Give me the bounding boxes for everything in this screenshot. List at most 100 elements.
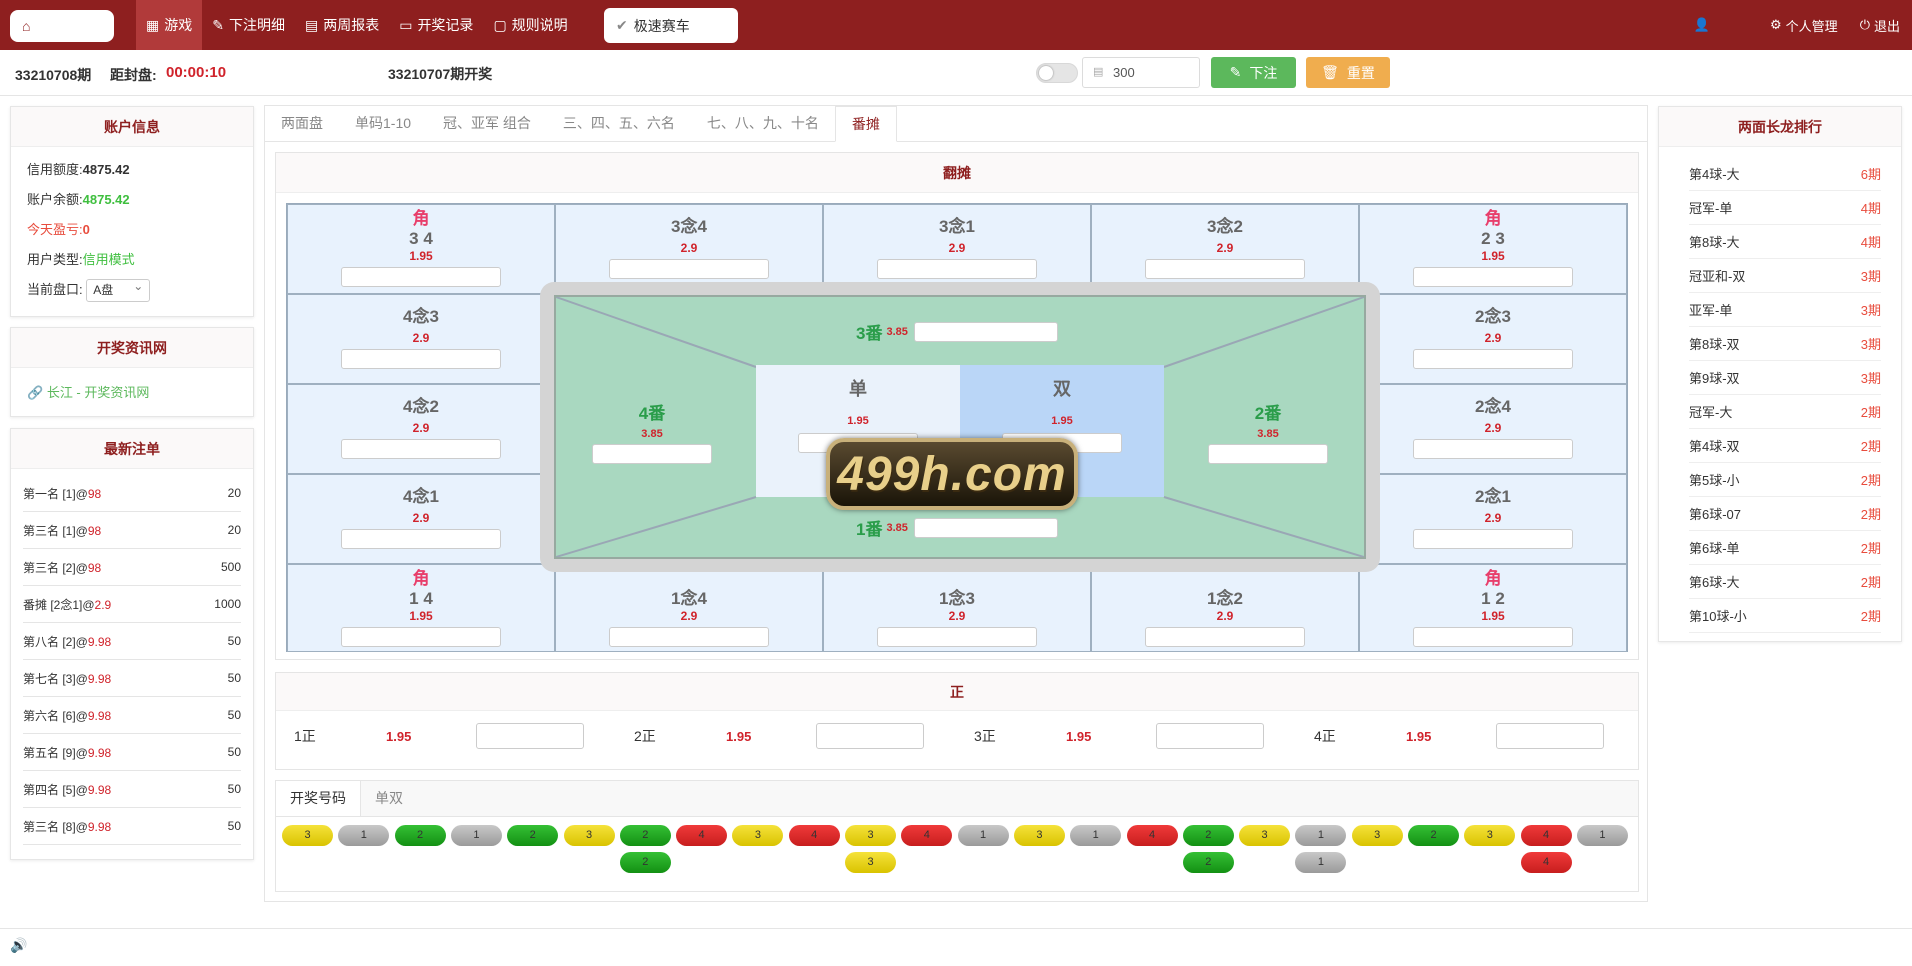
grid-icon: ▦ [146, 16, 160, 33]
top-nav: ⌂ ▦ 游戏 ✎ 下注明细 ▤ 两周报表 ▭ 开奖记录 ▢ 规则说明 ✔ 极速赛车 👤 ⚙ 个… [0, 0, 1912, 50]
bet-cell-14[interactable]: 角1 4 1.95 [287, 564, 555, 652]
bet-input[interactable] [1413, 267, 1573, 287]
nav-bet-detail[interactable]: ✎ 下注明细 [202, 0, 295, 50]
tab-7-10[interactable]: 七、八、九、十名 [691, 106, 835, 141]
bet-cell-3n4[interactable]: 3念4 2.9 [555, 204, 823, 294]
section-title: 正 [276, 673, 1638, 711]
panel-title: 两面长龙排行 [1659, 107, 1901, 147]
home-icon: ⌂ [22, 18, 31, 34]
bet-cell-2n4[interactable]: 2念4 2.9 [1359, 384, 1627, 474]
result-ball: 3 [845, 825, 896, 846]
list-item: 第七名 [3]@9.98 50 [23, 660, 241, 697]
results-section: 开奖号码 单双 31212324343413142313234123214 [275, 780, 1639, 892]
bet-input[interactable] [609, 627, 769, 647]
bet-input[interactable] [1145, 627, 1305, 647]
fan3-bet[interactable]: 3番 3.85 [856, 319, 1058, 344]
tab-odd-even[interactable]: 单双 [361, 781, 417, 816]
bet-input[interactable] [1156, 723, 1264, 749]
nav-results[interactable]: ▭ 开奖记录 [389, 0, 483, 50]
tab-single[interactable]: 单码1-10 [339, 106, 427, 141]
list-item: 第五名 [9]@9.98 50 [23, 734, 241, 771]
bet-input[interactable] [609, 259, 769, 279]
fan4-bet[interactable]: 4番 3.85 [592, 399, 712, 464]
bet-cell-4n1[interactable]: 4念1 2.9 [287, 474, 555, 564]
market-select[interactable]: A盘 [86, 276, 151, 303]
speed-race-button[interactable]: ✔ 极速赛车 [604, 8, 738, 43]
tab-fantan[interactable]: 番摊 [834, 106, 897, 142]
bet-cell-1n4[interactable]: 1念4 2.9 [555, 564, 823, 652]
bet-input[interactable] [1496, 723, 1604, 749]
result-ball: 3 [1013, 825, 1065, 846]
bet-input[interactable] [341, 627, 501, 647]
tab-3-6[interactable]: 三、四、五、六名 [547, 106, 691, 141]
tab-champion-combo[interactable]: 冠、亚军 组合 [427, 106, 547, 141]
zheng-1: 1正 1.95 [276, 723, 584, 749]
bet-input[interactable] [592, 444, 712, 464]
bet-input[interactable] [341, 349, 501, 369]
bet-cell-1n3[interactable]: 1念3 2.9 [823, 564, 1091, 652]
bet-cell-2n3[interactable]: 2念3 2.9 [1359, 294, 1627, 384]
list-item: 第6球-单 2期 [1689, 531, 1881, 565]
comment-icon: ▢ [493, 16, 507, 33]
list-item: 第八名 [2]@9.98 50 [23, 623, 241, 660]
nav-rules[interactable]: ▢ 规则说明 [483, 0, 577, 50]
sound-icon[interactable]: 🔊 [10, 937, 27, 954]
nav-report[interactable]: ▤ 两周报表 [295, 0, 389, 50]
reset-button[interactable]: 🗑 重置 [1306, 57, 1390, 88]
amount-input[interactable]: ▤ 300 [1082, 57, 1200, 88]
last-draw-label: 33210707期开奖 [388, 66, 493, 82]
result-ball: 1 [957, 825, 1009, 846]
bet-input[interactable] [1413, 529, 1573, 549]
result-ball: 2 [507, 825, 559, 846]
bet-input[interactable] [1413, 349, 1573, 369]
recent-list: 第一名 [1]@98 20 第三名 [1]@98 20 第三名 [2]@98 500 … [11, 469, 253, 845]
personal-management-link[interactable]: ⚙ 个人管理 [1770, 16, 1838, 35]
quick-bet-toggle[interactable] [1036, 63, 1078, 83]
countdown: 00:00:10 [166, 64, 227, 81]
tab-draw-numbers[interactable]: 开奖号码 [276, 781, 361, 816]
bet-cell-4n3[interactable]: 4念3 2.9 [287, 294, 555, 384]
bet-cell-34[interactable]: 角3 4 1.95 [287, 204, 555, 294]
list-item: 冠军-单 4期 [1689, 191, 1881, 225]
bet-input[interactable] [816, 723, 924, 749]
bet-cell-12[interactable]: 角1 2 1.95 [1359, 564, 1627, 652]
bet-input[interactable] [1145, 259, 1305, 279]
result-ball: 3 [563, 825, 615, 846]
bet-cell-4n2[interactable]: 4念2 2.9 [287, 384, 555, 474]
bet-input[interactable] [1208, 444, 1328, 464]
bet-cell-3n2[interactable]: 3念2 2.9 [1091, 204, 1359, 294]
bet-input[interactable] [913, 517, 1058, 538]
tab-two-sides[interactable]: 两面盘 [265, 106, 339, 141]
bet-input[interactable] [913, 321, 1058, 342]
account-panel: 账户信息 信用额度:4875.42 账户余额:4875.42 今天盈亏:0 用户… [10, 106, 254, 317]
fan2-bet[interactable]: 2番 3.85 [1208, 399, 1328, 464]
bet-input[interactable] [341, 439, 501, 459]
logout-link[interactable]: ⏻ 退出 [1860, 16, 1900, 35]
bet-input[interactable] [341, 529, 501, 549]
bet-input[interactable] [341, 267, 501, 287]
home-button[interactable]: ⌂ [10, 10, 114, 42]
nav-games[interactable]: ▦ 游戏 [136, 0, 203, 50]
zheng-3: 3正 1.95 [956, 723, 1264, 749]
bet-cell-3n1[interactable]: 3念1 2.9 [823, 204, 1091, 294]
news-link[interactable]: 🔗 长江 - 开奖资讯网 [11, 368, 253, 401]
recent-bets-panel: 最新注单 第一名 [1]@98 20 第三名 [1]@98 20 第三名 [2]@9… [10, 428, 254, 860]
check-circle-icon: ✔ [616, 17, 628, 33]
user-icon[interactable]: 👤 [1694, 17, 1710, 33]
fan1-bet[interactable]: 1番 3.85 [856, 515, 1058, 540]
bet-input[interactable] [877, 627, 1037, 647]
bet-input[interactable] [877, 259, 1037, 279]
bet-button[interactable]: ✎ 下注 [1211, 57, 1296, 88]
board-table: 3番 3.85 4番 3.85 2番 3.85 1番 3.85 单 1.95 双 1.95 [554, 295, 1366, 559]
bet-cell-23[interactable]: 角2 3 1.95 [1359, 204, 1627, 294]
list-item: 第5球-小 2期 [1689, 463, 1881, 497]
bet-input[interactable] [1413, 627, 1573, 647]
current-issue: 33210708期 [15, 67, 92, 83]
bet-input[interactable] [476, 723, 584, 749]
result-ball: 3 [845, 852, 896, 873]
bet-cell-2n1[interactable]: 2念1 2.9 [1359, 474, 1627, 564]
market-row: 当前盘口: A盘 [11, 275, 253, 305]
bet-input[interactable] [1413, 439, 1573, 459]
bet-cell-1n2[interactable]: 1念2 2.9 [1091, 564, 1359, 652]
type-row: 用户类型:信用模式 [27, 252, 135, 267]
